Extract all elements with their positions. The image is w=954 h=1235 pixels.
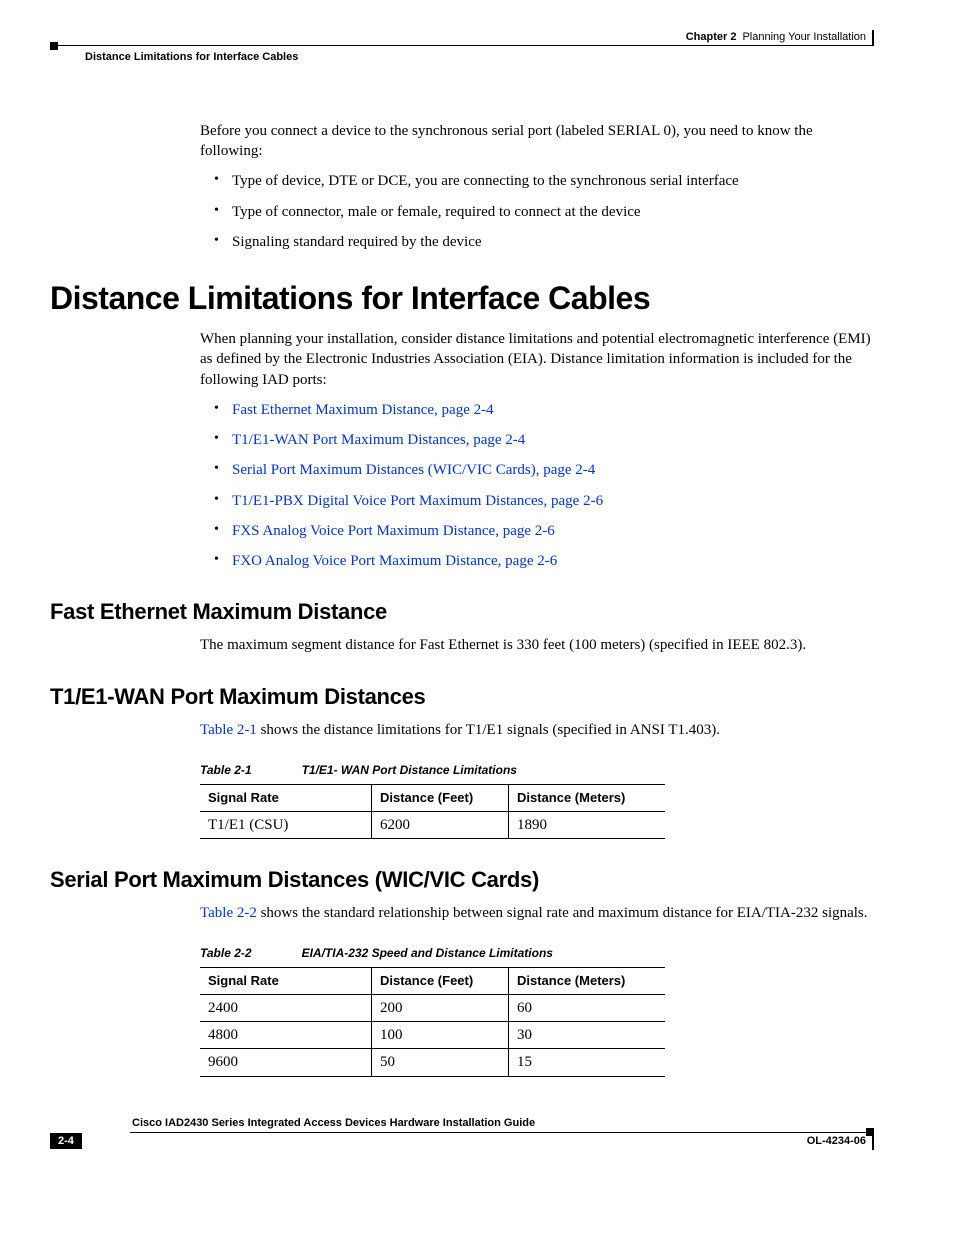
footer-page-number: 2-4: [50, 1133, 82, 1149]
wan-distance-table: Signal Rate Distance (Feet) Distance (Me…: [200, 784, 665, 839]
xref-link[interactable]: FXS Analog Voice Port Maximum Distance, …: [232, 523, 555, 539]
col-header: Signal Rate: [200, 968, 372, 995]
list-item: Signaling standard required by the devic…: [218, 232, 874, 252]
body-paragraph: When planning your installation, conside…: [200, 329, 874, 390]
table-header-row: Signal Rate Distance (Feet) Distance (Me…: [200, 784, 665, 811]
list-item: T1/E1-PBX Digital Voice Port Maximum Dis…: [218, 491, 874, 511]
body-paragraph: Table 2-1 shows the distance limitations…: [200, 720, 874, 740]
body-paragraph: The maximum segment distance for Fast Et…: [200, 635, 874, 655]
eia-tia-232-table: Signal Rate Distance (Feet) Distance (Me…: [200, 967, 665, 1076]
xref-link[interactable]: T1/E1-WAN Port Maximum Distances, page 2…: [232, 432, 525, 448]
table-cell: 50: [372, 1049, 509, 1076]
xref-link[interactable]: FXO Analog Voice Port Maximum Distance, …: [232, 553, 557, 569]
table-ref-link[interactable]: Table 2-1: [200, 722, 257, 738]
xref-link[interactable]: Fast Ethernet Maximum Distance, page 2-4: [232, 402, 494, 418]
xref-link[interactable]: Serial Port Maximum Distances (WIC/VIC C…: [232, 462, 595, 478]
col-header: Signal Rate: [200, 784, 372, 811]
list-item: FXO Analog Voice Port Maximum Distance, …: [218, 551, 874, 571]
chapter-label: Chapter 2: [686, 31, 737, 43]
list-item: T1/E1-WAN Port Maximum Distances, page 2…: [218, 430, 874, 450]
subsection-heading: T1/E1-WAN Port Maximum Distances: [50, 684, 874, 710]
table-row: 2400 200 60: [200, 994, 665, 1021]
col-header: Distance (Feet): [372, 784, 509, 811]
subsection-heading: Serial Port Maximum Distances (WIC/VIC C…: [50, 867, 874, 893]
intro-bullet-list: Type of device, DTE or DCE, you are conn…: [200, 171, 874, 252]
col-header: Distance (Feet): [372, 968, 509, 995]
table-row: 9600 50 15: [200, 1049, 665, 1076]
table-cell: 4800: [200, 1022, 372, 1049]
list-item: Type of connector, male or female, requi…: [218, 202, 874, 222]
xref-link-list: Fast Ethernet Maximum Distance, page 2-4…: [200, 400, 874, 572]
xref-link[interactable]: T1/E1-PBX Digital Voice Port Maximum Dis…: [232, 493, 603, 509]
list-item: Type of device, DTE or DCE, you are conn…: [218, 171, 874, 191]
list-item: FXS Analog Voice Port Maximum Distance, …: [218, 521, 874, 541]
section-heading: Distance Limitations for Interface Cable…: [50, 280, 874, 317]
table-row: 4800 100 30: [200, 1022, 665, 1049]
table-cell: 100: [372, 1022, 509, 1049]
table-row: T1/E1 (CSU) 6200 1890: [200, 811, 665, 838]
table-ref-link[interactable]: Table 2-2: [200, 905, 257, 921]
table-number: Table 2-1: [200, 762, 252, 778]
table-header-row: Signal Rate Distance (Feet) Distance (Me…: [200, 968, 665, 995]
list-item: Serial Port Maximum Distances (WIC/VIC C…: [218, 460, 874, 480]
chapter-title: Planning Your Installation: [742, 31, 866, 43]
table-title: T1/E1- WAN Port Distance Limitations: [302, 762, 517, 778]
table-caption: Table 2-2 EIA/TIA-232 Speed and Distance…: [200, 945, 874, 961]
running-header: Chapter 2 Planning Your Installation Dist…: [50, 30, 874, 66]
table-cell: 2400: [200, 994, 372, 1021]
table-title: EIA/TIA-232 Speed and Distance Limitatio…: [302, 945, 553, 961]
table-caption: Table 2-1 T1/E1- WAN Port Distance Limit…: [200, 762, 874, 778]
table-cell: 9600: [200, 1049, 372, 1076]
table-cell: 30: [509, 1022, 666, 1049]
footer-doc-number: OL-4234-06: [807, 1133, 874, 1151]
intro-paragraph: Before you connect a device to the synch…: [200, 121, 874, 162]
footer-guide-title: Cisco IAD2430 Series Integrated Access D…: [130, 1117, 874, 1133]
table-cell: 6200: [372, 811, 509, 838]
table-cell: 15: [509, 1049, 666, 1076]
header-section-crumb: Distance Limitations for Interface Cable…: [50, 45, 874, 65]
body-paragraph: Table 2-2 shows the standard relationshi…: [200, 903, 874, 923]
table-cell: 1890: [509, 811, 666, 838]
body-text: shows the distance limitations for T1/E1…: [257, 722, 720, 738]
page-footer: Cisco IAD2430 Series Integrated Access D…: [50, 1117, 874, 1151]
col-header: Distance (Meters): [509, 968, 666, 995]
table-cell: 60: [509, 994, 666, 1021]
table-number: Table 2-2: [200, 945, 252, 961]
subsection-heading: Fast Ethernet Maximum Distance: [50, 599, 874, 625]
list-item: Fast Ethernet Maximum Distance, page 2-4: [218, 400, 874, 420]
table-cell: T1/E1 (CSU): [200, 811, 372, 838]
table-cell: 200: [372, 994, 509, 1021]
col-header: Distance (Meters): [509, 784, 666, 811]
body-text: shows the standard relationship between …: [257, 905, 868, 921]
